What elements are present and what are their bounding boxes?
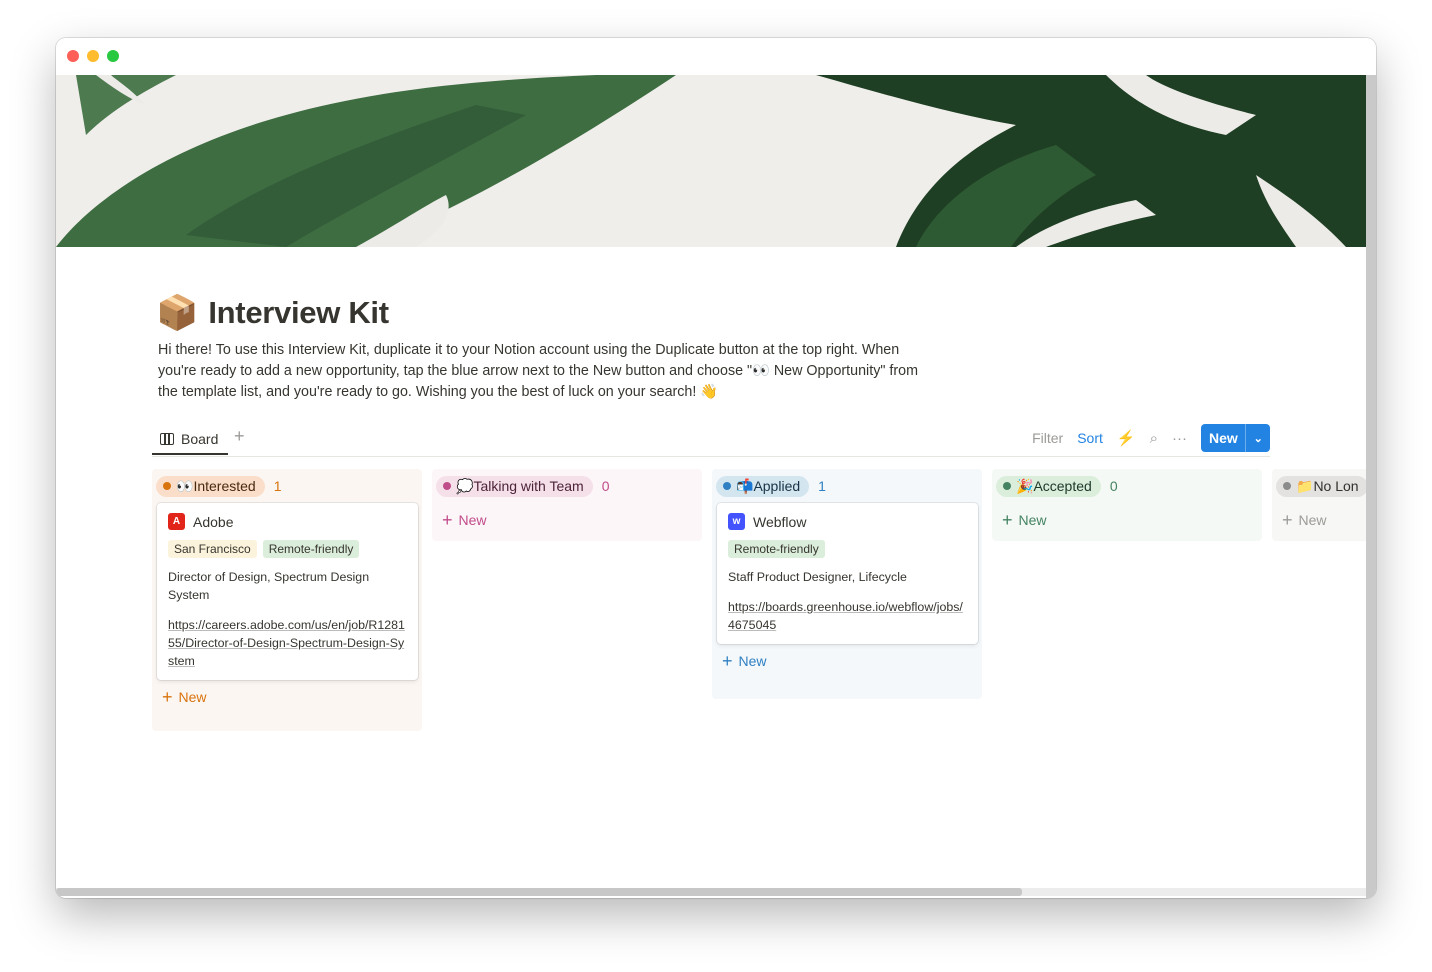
column-label: Talking with Team	[473, 478, 584, 494]
board-column-accepted: 🎉 Accepted 0 + New	[992, 469, 1262, 541]
view-toolbar: Filter Sort ⚡ ⌕ ··· New ⌄	[1018, 424, 1270, 452]
board: 👀 Interested 1 A Adobe San Francisco Rem…	[152, 469, 1366, 769]
status-dot	[443, 482, 451, 490]
status-pill[interactable]: 💭 Talking with Team	[436, 475, 593, 497]
status-dot	[723, 482, 731, 490]
card-url-link[interactable]: https://careers.adobe.com/us/en/job/R128…	[168, 616, 408, 670]
status-dot	[1003, 482, 1011, 490]
column-label: Interested	[193, 478, 256, 494]
board-icon	[160, 432, 174, 445]
maximize-window-button[interactable]	[107, 50, 119, 62]
plus-icon: +	[1002, 509, 1013, 530]
column-header[interactable]: 🎉 Accepted 0	[992, 469, 1262, 503]
add-view-icon[interactable]: +	[234, 426, 245, 447]
status-pill[interactable]: 👀 Interested	[156, 475, 265, 497]
tab-board-label: Board	[181, 430, 219, 447]
status-pill[interactable]: 📁 No Lon	[1276, 475, 1366, 497]
column-emoji: 💭	[456, 477, 474, 494]
minimize-window-button[interactable]	[87, 50, 99, 62]
plus-icon: +	[442, 509, 453, 530]
column-count: 1	[273, 478, 282, 494]
add-new-card-button[interactable]: + New	[432, 503, 702, 537]
status-dot	[163, 482, 171, 490]
new-button[interactable]: New ⌄	[1201, 424, 1270, 452]
horizontal-scrollbar-thumb[interactable]	[56, 888, 1022, 896]
search-icon[interactable]: ⌕	[1150, 430, 1158, 447]
card-url-link[interactable]: https://boards.greenhouse.io/webflow/job…	[728, 598, 968, 634]
card-adobe[interactable]: A Adobe San Francisco Remote-friendly Di…	[157, 503, 418, 680]
horizontal-scrollbar[interactable]	[56, 888, 1366, 896]
card-tags: Remote-friendly	[728, 540, 968, 558]
board-column-applied: 📬 Applied 1 w Webflow Remote-friendly St…	[712, 469, 982, 699]
board-column-no-longer: 📁 No Lon + New	[1272, 469, 1366, 541]
page-cover-image[interactable]	[56, 75, 1366, 247]
card-company-name: Adobe	[193, 513, 234, 530]
add-new-card-button[interactable]: + New	[712, 644, 982, 678]
view-bar: Board + Filter Sort ⚡ ⌕ ··· New ⌄	[152, 424, 1270, 457]
add-new-label: New	[178, 689, 207, 705]
card-role: Director of Design, Spectrum Design Syst…	[168, 570, 370, 602]
new-button-label[interactable]: New	[1201, 430, 1245, 446]
board-column-interested: 👀 Interested 1 A Adobe San Francisco Rem…	[152, 469, 422, 731]
card-role: Staff Product Designer, Lifecycle	[728, 570, 907, 584]
status-dot	[1283, 482, 1291, 490]
page-header: 📦 Interview Kit	[156, 293, 389, 333]
webflow-logo-icon: w	[728, 513, 745, 530]
remote-tag: Remote-friendly	[728, 540, 825, 558]
browser-window: 📦 Interview Kit Hi there! To use this In…	[56, 38, 1376, 898]
page-title[interactable]: Interview Kit	[208, 295, 389, 331]
add-new-card-button[interactable]: + New	[992, 503, 1262, 537]
close-window-button[interactable]	[67, 50, 79, 62]
column-header[interactable]: 💭 Talking with Team 0	[432, 469, 702, 503]
page-description[interactable]: Hi there! To use this Interview Kit, dup…	[158, 340, 938, 403]
column-header[interactable]: 👀 Interested 1	[152, 469, 422, 503]
sort-button[interactable]: Sort	[1077, 430, 1103, 446]
add-new-label: New	[738, 653, 767, 669]
column-emoji: 🎉	[1016, 477, 1034, 494]
column-emoji: 📬	[736, 477, 754, 494]
add-new-card-button[interactable]: + New	[152, 680, 422, 714]
board-column-talking-with-team: 💭 Talking with Team 0 + New	[432, 469, 702, 541]
column-label: Applied	[753, 478, 801, 494]
column-header[interactable]: 📁 No Lon	[1272, 469, 1366, 503]
card-webflow[interactable]: w Webflow Remote-friendly Staff Product …	[717, 503, 978, 644]
column-label: No Lon	[1313, 478, 1359, 494]
status-pill[interactable]: 🎉 Accepted	[996, 475, 1101, 497]
add-new-card-button[interactable]: + New	[1272, 503, 1366, 537]
plus-icon: +	[162, 686, 173, 707]
more-options-icon[interactable]: ···	[1172, 430, 1187, 447]
column-emoji: 👀	[176, 477, 194, 494]
add-new-label: New	[1018, 512, 1047, 528]
vertical-scrollbar[interactable]	[1366, 75, 1376, 898]
card-company-name: Webflow	[753, 513, 807, 530]
window-titlebar	[56, 38, 1376, 75]
column-label: Accepted	[1033, 478, 1092, 494]
column-count: 0	[601, 478, 610, 494]
card-title[interactable]: w Webflow	[728, 513, 968, 530]
add-new-label: New	[458, 512, 487, 528]
column-header[interactable]: 📬 Applied 1	[712, 469, 982, 503]
adobe-logo-icon: A	[168, 513, 185, 530]
chevron-down-icon[interactable]: ⌄	[1245, 424, 1270, 452]
page-icon[interactable]: 📦	[156, 293, 198, 333]
location-tag: San Francisco	[168, 540, 257, 558]
column-emoji: 📁	[1296, 477, 1314, 494]
column-count: 1	[818, 478, 826, 494]
column-count: 0	[1109, 478, 1118, 494]
automation-icon[interactable]: ⚡	[1117, 429, 1136, 447]
filter-button[interactable]: Filter	[1032, 430, 1063, 446]
plus-icon: +	[722, 650, 733, 671]
card-tags: San Francisco Remote-friendly	[168, 540, 408, 558]
plus-icon: +	[1282, 509, 1293, 530]
remote-tag: Remote-friendly	[262, 540, 360, 558]
status-pill[interactable]: 📬 Applied	[716, 475, 810, 497]
tab-board[interactable]: Board	[152, 424, 228, 455]
add-new-label: New	[1298, 512, 1327, 528]
card-title[interactable]: A Adobe	[168, 513, 408, 530]
